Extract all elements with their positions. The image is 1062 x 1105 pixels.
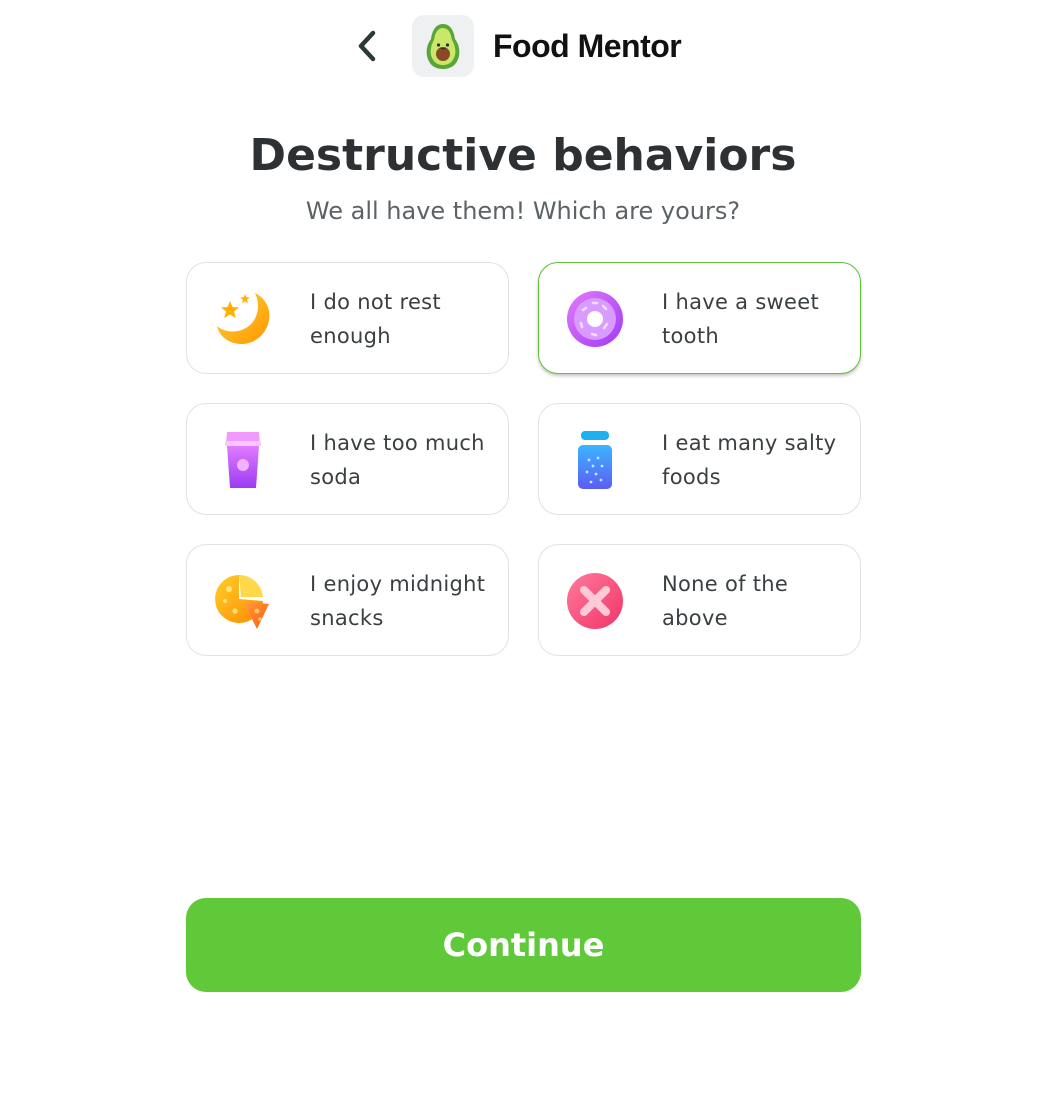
avocado-icon [426, 24, 460, 69]
chevron-left-icon [358, 30, 376, 62]
moon-stars-icon [213, 289, 273, 349]
option-label: I have too much soda [310, 431, 485, 489]
continue-button[interactable]: Continue [186, 898, 861, 992]
app-logo [412, 15, 474, 77]
donut-icon [565, 289, 625, 349]
app-brand-name: Food Mentor [493, 28, 682, 64]
option-label: None of the above [662, 572, 789, 630]
option-not-rest-enough[interactable]: I do not rest enough [186, 262, 509, 374]
option-label: I enjoy midnight snacks [310, 572, 486, 630]
option-too-much-soda[interactable]: I have too much soda [186, 403, 509, 515]
option-none-of-the-above[interactable]: None of the above [538, 544, 861, 656]
salt-shaker-icon [565, 430, 625, 490]
back-button[interactable] [350, 26, 384, 66]
options-grid: I do not rest enough I have a sweet toot… [186, 262, 861, 656]
pizza-icon [213, 571, 273, 631]
option-label: I eat many salty foods [662, 431, 837, 489]
option-sweet-tooth[interactable]: I have a sweet tooth [538, 262, 861, 374]
option-label: I have a sweet tooth [662, 290, 820, 348]
option-label: I do not rest enough [310, 290, 441, 348]
x-circle-icon [565, 571, 625, 631]
page-subtitle: We all have them! Which are yours? [305, 197, 741, 225]
header: Food Mentor [0, 0, 1062, 92]
page-title: Destructive behaviors [249, 130, 797, 181]
option-midnight-snacks[interactable]: I enjoy midnight snacks [186, 544, 509, 656]
soda-cup-icon [213, 430, 273, 490]
option-salty-foods[interactable]: I eat many salty foods [538, 403, 861, 515]
